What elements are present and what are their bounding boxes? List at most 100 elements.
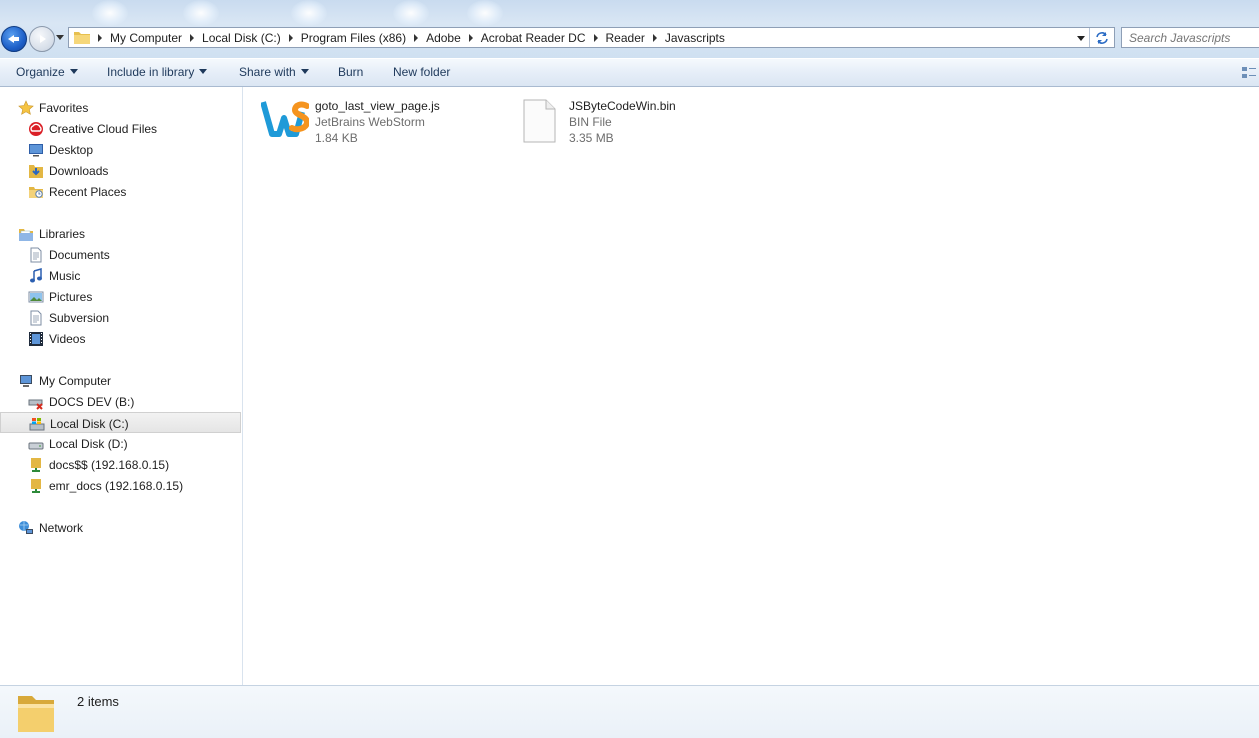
breadcrumb-chevron-icon[interactable] <box>652 33 657 42</box>
nav-libraries[interactable]: Libraries <box>0 223 242 244</box>
navigation-pane: Favorites Creative Cloud Files Desktop D… <box>0 87 243 685</box>
nav-item-label: emr_docs (192.168.0.15) <box>49 479 184 493</box>
burn-button[interactable]: Burn <box>338 65 363 81</box>
breadcrumb-chevron-icon[interactable] <box>593 33 598 42</box>
nav-emr-docs-share[interactable]: emr_docs (192.168.0.15) <box>0 475 242 496</box>
item-count: 2 items <box>77 694 119 709</box>
subversion-icon <box>30 310 42 326</box>
details-pane: 2 items <box>0 685 1259 738</box>
breadcrumb-chevron-icon[interactable] <box>190 33 195 42</box>
new-folder-button[interactable]: New folder <box>393 65 450 81</box>
videos-icon <box>29 332 43 346</box>
network-share-icon <box>31 458 41 472</box>
nav-documents[interactable]: Documents <box>0 244 242 265</box>
nav-network[interactable]: Network <box>0 517 242 538</box>
nav-music[interactable]: Music <box>0 265 242 286</box>
desktop-icon <box>29 144 43 157</box>
refresh-icon <box>1096 31 1108 44</box>
nav-pictures[interactable]: Pictures <box>0 286 242 307</box>
command-bar: Organize Include in library Share with B… <box>0 58 1259 87</box>
nav-item-label: Subversion <box>49 311 110 325</box>
breadcrumb-chevron-icon[interactable] <box>98 33 102 42</box>
breadcrumb-javascripts[interactable]: Javascripts <box>665 31 725 45</box>
network-share-icon <box>31 479 41 493</box>
file-type: JetBrains WebStorm <box>315 115 425 129</box>
recent-pages-chevron-down-icon[interactable] <box>56 35 64 40</box>
nav-item-label: Pictures <box>49 290 93 304</box>
nav-docs-share[interactable]: docs$$ (192.168.0.15) <box>0 454 242 475</box>
folder-icon <box>18 696 54 732</box>
include-in-library-label: Include in library <box>107 65 195 79</box>
nav-network-label: Network <box>39 521 84 535</box>
search-input[interactable] <box>1129 29 1257 46</box>
star-icon <box>18 100 34 115</box>
search-box[interactable] <box>1121 27 1259 48</box>
file-size: 1.84 KB <box>315 131 358 145</box>
nav-item-label: DOCS DEV (B:) <box>49 395 135 409</box>
libraries-icon <box>19 229 33 241</box>
nav-videos[interactable]: Videos <box>0 328 242 349</box>
organize-label: Organize <box>16 65 65 79</box>
change-view-icon[interactable] <box>1241 65 1257 81</box>
glass-highlight <box>393 0 429 26</box>
breadcrumb-my-computer[interactable]: My Computer <box>110 31 182 45</box>
chevron-down-icon <box>69 69 78 74</box>
nav-item-label: Downloads <box>49 164 109 178</box>
hard-drive-icon <box>28 442 44 450</box>
nav-local-disk-d[interactable]: Local Disk (D:) <box>0 433 242 454</box>
documents-icon <box>30 247 42 263</box>
breadcrumb-program-files[interactable]: Program Files (x86) <box>301 31 406 45</box>
breadcrumb-reader[interactable]: Reader <box>606 31 645 45</box>
breadcrumb-chevron-icon[interactable] <box>468 33 473 42</box>
nav-favorites[interactable]: Favorites <box>0 97 242 118</box>
chevron-down-icon <box>300 69 309 74</box>
nav-item-label: Local Disk (D:) <box>49 437 128 451</box>
downloads-icon <box>29 165 43 178</box>
breadcrumb-adobe[interactable]: Adobe <box>426 31 461 45</box>
share-with-label: Share with <box>239 65 296 79</box>
nav-my-computer[interactable]: My Computer <box>0 370 242 391</box>
file-name: JSByteCodeWin.bin <box>569 99 676 113</box>
system-drive-icon <box>29 418 45 431</box>
webstorm-file-icon <box>261 101 309 137</box>
nav-favorites-label: Favorites <box>39 101 89 115</box>
file-item[interactable]: goto_last_view_page.js JetBrains WebStor… <box>261 96 471 154</box>
breadcrumb-local-disk-c[interactable]: Local Disk (C:) <box>202 31 281 45</box>
breadcrumb-chevron-icon[interactable] <box>414 33 419 42</box>
forward-button[interactable] <box>29 26 55 52</box>
nav-downloads[interactable]: Downloads <box>0 160 242 181</box>
nav-item-label: Creative Cloud Files <box>49 122 158 136</box>
title-bar: My Computer Local Disk (C:) Program File… <box>0 0 1259 58</box>
nav-item-label: Recent Places <box>49 185 127 199</box>
nav-item-label: Desktop <box>49 143 94 157</box>
include-in-library-button[interactable]: Include in library <box>107 65 208 81</box>
share-with-button[interactable]: Share with <box>239 65 309 81</box>
back-button[interactable] <box>1 26 27 52</box>
nav-local-disk-c[interactable]: Local Disk (C:) <box>0 412 241 433</box>
nav-recent-places[interactable]: Recent Places <box>0 181 242 202</box>
glass-highlight <box>183 0 219 26</box>
nav-desktop[interactable]: Desktop <box>0 139 242 160</box>
file-size: 3.35 MB <box>569 131 614 145</box>
folder-icon <box>74 32 90 44</box>
nav-creative-cloud-files[interactable]: Creative Cloud Files <box>0 118 242 139</box>
nav-my-computer-label: My Computer <box>39 374 112 388</box>
refresh-button[interactable] <box>1089 28 1114 47</box>
nav-item-label: Documents <box>49 248 110 262</box>
nav-docs-dev-b[interactable]: DOCS DEV (B:) <box>0 391 242 412</box>
music-icon <box>30 268 42 283</box>
breadcrumb-acrobat-reader-dc[interactable]: Acrobat Reader DC <box>481 31 586 45</box>
organize-button[interactable]: Organize <box>16 65 78 81</box>
nav-item-label: Music <box>49 269 81 283</box>
disconnected-network-drive-icon <box>28 399 43 410</box>
creative-cloud-icon <box>29 122 43 136</box>
address-bar[interactable]: My Computer Local Disk (C:) Program File… <box>68 27 1115 48</box>
breadcrumb-chevron-icon[interactable] <box>288 33 293 42</box>
generic-file-icon <box>523 99 556 143</box>
file-item[interactable]: JSByteCodeWin.bin BIN File 3.35 MB <box>515 96 725 154</box>
glass-highlight <box>467 0 503 26</box>
address-history-chevron-down-icon[interactable] <box>1077 36 1085 41</box>
nav-item-label: docs$$ (192.168.0.15) <box>49 458 170 472</box>
network-icon <box>19 521 33 534</box>
nav-subversion[interactable]: Subversion <box>0 307 242 328</box>
